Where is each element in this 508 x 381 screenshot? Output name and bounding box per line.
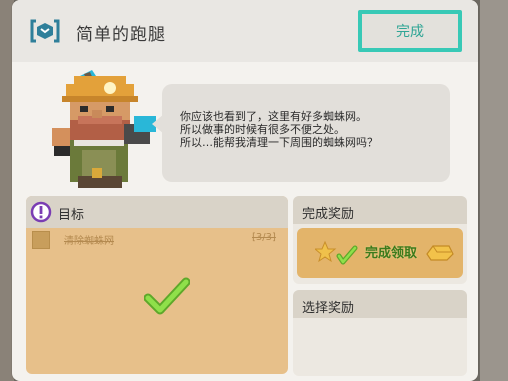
task-item-icon: [32, 231, 50, 249]
goal-header: 目标: [26, 196, 288, 228]
quest-icon: [30, 19, 60, 43]
quest-header: 简单的跑腿 完成: [12, 0, 478, 62]
claim-reward-button[interactable]: 完成领取: [297, 228, 463, 278]
quest-panel: 简单的跑腿 完成 你应该也看到了，这里有好多蜘蛛网。 所以做事的时候有很多不便之…: [12, 0, 478, 381]
exclamation-icon: [30, 201, 52, 223]
select-reward-header: 选择奖励: [293, 290, 467, 318]
task-progress: [3/3]: [252, 232, 276, 243]
task-row: 清除蜘蛛网 [3/3]: [26, 228, 288, 250]
reward-section: 完成奖励 完成领取: [293, 196, 467, 284]
goal-title: 目标: [58, 208, 85, 223]
reward-header: 完成奖励: [293, 196, 467, 224]
dialog-line: 你应该也看到了，这里有好多蜘蛛网。: [180, 110, 367, 123]
reward-title: 完成奖励: [302, 207, 355, 222]
finish-button[interactable]: 完成: [358, 10, 462, 52]
task-name: 清除蜘蛛网: [64, 236, 114, 247]
dialog-line: 所以…能帮我清理一下周围的蜘蛛网吗？: [180, 136, 378, 149]
claim-reward-label: 完成领取: [365, 246, 418, 261]
miner-npc-portrait: [52, 70, 156, 188]
select-reward-section: 选择奖励: [293, 290, 467, 376]
background-right: [480, 0, 508, 381]
goal-section: 目标 清除蜘蛛网 [3/3]: [26, 196, 288, 374]
npc-dialog: 你应该也看到了，这里有好多蜘蛛网。 所以做事的时候有很多不便之处。 所以…能帮我…: [180, 110, 378, 149]
speech-bubble-tail: [152, 114, 164, 134]
checkmark-icon: [144, 277, 190, 315]
quest-title: 简单的跑腿: [76, 25, 166, 45]
npc-speech-bubble: 你应该也看到了，这里有好多蜘蛛网。 所以做事的时候有很多不便之处。 所以…能帮我…: [152, 84, 450, 182]
star-reward-icon: [315, 240, 358, 265]
dialog-line: 所以做事的时候有很多不便之处。: [180, 123, 345, 136]
select-reward-title: 选择奖励: [302, 301, 355, 316]
gold-bar-icon: [426, 245, 454, 261]
